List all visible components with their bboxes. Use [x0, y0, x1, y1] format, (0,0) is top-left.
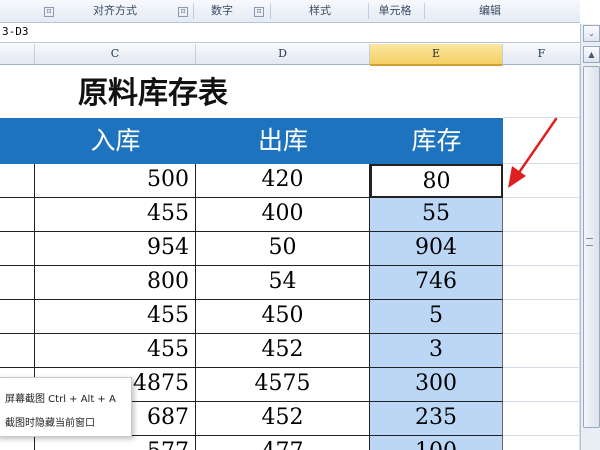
cell-in[interactable]: 455 [35, 198, 196, 232]
ribbon-separator [424, 3, 425, 19]
ribbon-group-label: 对齐方式 [93, 4, 137, 17]
table-row: 455 400 55 [0, 198, 580, 232]
cell-out[interactable]: 400 [196, 198, 370, 232]
worksheet-grid: 原料库存表 入库 出库 库存 500 420 80 455 400 55 954… [0, 65, 580, 450]
column-header-c[interactable]: C [35, 44, 196, 65]
cell-stock[interactable]: 904 [370, 232, 503, 266]
ribbon-separator [368, 3, 369, 19]
arrow-up-icon: ▲ [588, 50, 595, 59]
alignment-dialog-launcher-icon[interactable]: ⊡ [178, 7, 188, 17]
table-cell[interactable] [0, 198, 35, 232]
empty-cell[interactable] [503, 368, 580, 402]
sheet-title[interactable]: 原料库存表 [0, 65, 502, 118]
table-cell[interactable] [0, 300, 35, 334]
cell-in[interactable]: 455 [35, 300, 196, 334]
title-row: 原料库存表 [0, 65, 580, 118]
red-arrow-annotation-icon [508, 117, 558, 188]
ribbon-separator [193, 3, 194, 19]
column-header-f[interactable]: F [503, 44, 581, 65]
formula-bar-content[interactable]: 3-D3 [2, 25, 29, 38]
cell-out[interactable]: 4575 [196, 368, 370, 402]
table-row: 954 50 904 [0, 232, 580, 266]
scrollbar-thumb[interactable] [583, 66, 600, 428]
table-cell[interactable] [0, 436, 35, 450]
column-header-e[interactable]: E [370, 44, 503, 66]
scroll-up-button[interactable]: ▲ [583, 46, 600, 63]
ribbon-separator [270, 3, 271, 19]
header-cell-stock[interactable]: 库存 [370, 118, 503, 164]
active-cell-stock[interactable]: 80 [370, 164, 503, 198]
cell-in[interactable]: 500 [35, 164, 196, 198]
column-header-b-partial[interactable] [0, 44, 35, 65]
formula-bar-expand-button[interactable]: ⌄ [583, 25, 600, 42]
empty-cell[interactable] [503, 402, 580, 436]
ribbon-group-alignment: 对齐方式 [60, 0, 170, 22]
cell-stock[interactable]: 300 [370, 368, 503, 402]
alignment-dialog-launcher-icon[interactable]: ⊡ [44, 7, 54, 17]
ribbon-group-editing: 编辑 [430, 0, 550, 22]
screenshot-tooltip: 屏幕截图 Ctrl + Alt + A 截图时隐藏当前窗口 [0, 377, 132, 437]
table-row: 800 54 746 [0, 266, 580, 300]
cell-stock[interactable]: 3 [370, 334, 503, 368]
header-cell-in[interactable]: 入库 [35, 118, 196, 164]
formula-bar[interactable]: 3-D3 [0, 24, 580, 43]
cell-in[interactable]: 800 [35, 266, 196, 300]
cell-out[interactable]: 54 [196, 266, 370, 300]
cell-stock[interactable]: 100 [370, 436, 503, 450]
empty-cell[interactable] [503, 266, 580, 300]
table-cell[interactable] [0, 334, 35, 368]
empty-cell[interactable] [503, 436, 580, 450]
empty-cell[interactable] [503, 232, 580, 266]
table-cell[interactable] [0, 266, 35, 300]
tooltip-shortcut-line: 屏幕截图 Ctrl + Alt + A [5, 394, 116, 405]
empty-cell[interactable] [503, 65, 580, 118]
ribbon-group-cells: 单元格 [370, 0, 420, 22]
table-cell[interactable] [0, 232, 35, 266]
ribbon-group-label: 单元格 [378, 4, 412, 17]
table-row: 577 477 100 [0, 436, 580, 450]
header-row: 入库 出库 库存 [0, 118, 580, 164]
tooltip-hide-window-line: 截图时隐藏当前窗口 [5, 418, 95, 429]
scrollbar-grip-icon [586, 238, 593, 246]
header-cell-out[interactable]: 出库 [196, 118, 370, 164]
cell-in[interactable]: 954 [35, 232, 196, 266]
number-dialog-launcher-icon[interactable]: ⊡ [254, 7, 264, 17]
cell-out[interactable]: 477 [196, 436, 370, 450]
cell-out[interactable]: 50 [196, 232, 370, 266]
cell-stock[interactable]: 746 [370, 266, 503, 300]
ribbon-group-label: 样式 [309, 4, 331, 17]
ribbon-group-label: 编辑 [479, 4, 501, 17]
vertical-scrollbar[interactable]: ⌄ ▲ [580, 24, 600, 450]
table-row: 500 420 80 [0, 164, 580, 198]
cell-in[interactable]: 577 [35, 436, 196, 450]
chevron-down-icon: ⌄ [588, 29, 595, 38]
cell-stock[interactable]: 55 [370, 198, 503, 232]
empty-cell[interactable] [503, 198, 580, 232]
cell-out[interactable]: 420 [196, 164, 370, 198]
table-row: 455 450 5 [0, 300, 580, 334]
ribbon-group-bar: ⊡ 对齐方式 ⊡ 数字 ⊡ 样式 单元格 编辑 [0, 0, 580, 23]
cell-stock[interactable]: 5 [370, 300, 503, 334]
table-row: 455 452 3 [0, 334, 580, 368]
ribbon-group-styles: 样式 [275, 0, 365, 22]
header-cell[interactable] [0, 118, 35, 164]
table-cell[interactable] [0, 164, 35, 198]
cell-stock[interactable]: 235 [370, 402, 503, 436]
empty-cell[interactable] [503, 334, 580, 368]
ribbon-group-label: 数字 [211, 4, 233, 17]
ribbon-group-number: 数字 [198, 0, 246, 22]
cell-out[interactable]: 450 [196, 300, 370, 334]
cell-out[interactable]: 452 [196, 402, 370, 436]
column-header-d[interactable]: D [196, 44, 370, 65]
cell-in[interactable]: 455 [35, 334, 196, 368]
cell-out[interactable]: 452 [196, 334, 370, 368]
empty-cell[interactable] [503, 300, 580, 334]
